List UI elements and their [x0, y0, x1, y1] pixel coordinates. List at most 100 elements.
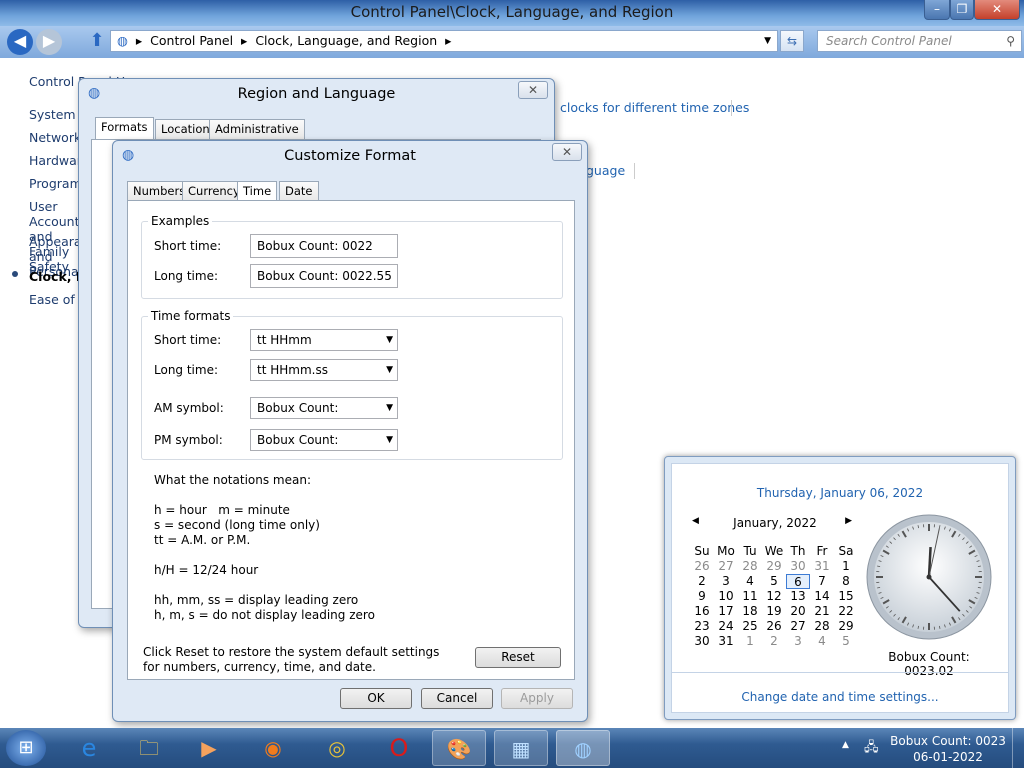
short-time-format-select[interactable]: tt HHmm ▼ — [250, 329, 398, 351]
short-time-example-label: Short time: — [154, 239, 222, 253]
calendar-day[interactable]: 31 — [714, 634, 738, 649]
calendar-day[interactable]: 3 — [786, 634, 810, 649]
calendar-day[interactable]: 14 — [810, 589, 834, 604]
calendar-day[interactable]: 18 — [738, 604, 762, 619]
calendar-day[interactable]: 28 — [738, 559, 762, 574]
window-titlebar: Control Panel\Clock, Language, and Regio… — [0, 0, 1024, 26]
calendar-day[interactable]: 7 — [810, 574, 834, 589]
search-icon: ⚲ — [1006, 34, 1015, 48]
clock-caption: Bobux Count: 0023.02 — [888, 650, 970, 678]
link-language[interactable]: guage — [586, 163, 625, 178]
customize-dialog-title: Customize Format — [284, 148, 416, 164]
opera-icon[interactable]: O — [372, 730, 426, 766]
calendar-day[interactable]: 12 — [762, 589, 786, 604]
calendar-day[interactable]: 22 — [834, 604, 858, 619]
network-icon[interactable]: 🖧 — [864, 738, 879, 760]
paint-icon[interactable]: 🎨 — [432, 730, 486, 766]
examples-group: Examples Short time: Bobux Count: 0022 L… — [141, 214, 563, 299]
calendar-day[interactable]: 29 — [762, 559, 786, 574]
change-date-time-settings-link[interactable]: Change date and time settings... — [672, 690, 1008, 704]
chevron-right-icon: ▸ — [135, 33, 143, 48]
forward-button[interactable]: ▶ — [36, 29, 62, 55]
search-input[interactable]: Search Control Panel ⚲ — [817, 30, 1022, 52]
close-window-button[interactable]: ✕ — [974, 0, 1020, 20]
window-title: Control Panel\Clock, Language, and Regio… — [350, 3, 674, 21]
calendar-day[interactable]: 5 — [762, 574, 786, 589]
calendar-day[interactable]: 29 — [834, 619, 858, 634]
pm-symbol-select[interactable]: Bobux Count: ▼ — [250, 429, 398, 451]
calendar-day[interactable]: 24 — [714, 619, 738, 634]
calendar-day[interactable]: 4 — [810, 634, 834, 649]
long-time-format-select[interactable]: tt HHmm.ss ▼ — [250, 359, 398, 381]
breadcrumb-control-panel[interactable]: Control Panel — [150, 33, 233, 48]
calendar-day[interactable]: 17 — [714, 604, 738, 619]
cancel-button[interactable]: Cancel — [421, 688, 493, 709]
month-label[interactable]: January, 2022 — [690, 516, 860, 530]
calendar-day[interactable]: 28 — [810, 619, 834, 634]
internet-explorer-icon[interactable]: e — [62, 730, 116, 766]
address-dropdown-icon[interactable]: ▼ — [764, 31, 771, 51]
show-hidden-icons-icon[interactable]: ▲ — [842, 740, 849, 750]
reset-button[interactable]: Reset — [475, 647, 561, 668]
calendar-day[interactable]: 6 — [786, 574, 810, 589]
calendar-day[interactable]: 1 — [834, 559, 858, 574]
calendar-day[interactable]: 8 — [834, 574, 858, 589]
region-dialog-close-button[interactable]: ✕ — [518, 81, 548, 99]
calendar-day[interactable]: 27 — [786, 619, 810, 634]
show-desktop-button[interactable] — [1012, 728, 1024, 768]
tab-location[interactable]: Location — [155, 119, 216, 139]
chrome-icon[interactable]: ◎ — [310, 730, 364, 766]
address-bar[interactable]: ◍ ▸ Control Panel ▸ Clock, Language, and… — [110, 30, 778, 52]
calendar-day[interactable]: 26 — [690, 559, 714, 574]
long-date-heading[interactable]: Thursday, January 06, 2022 — [672, 486, 1008, 500]
am-symbol-select[interactable]: Bobux Count: ▼ — [250, 397, 398, 419]
maximize-button[interactable]: ❐ — [950, 0, 974, 20]
calendar-day[interactable]: 20 — [786, 604, 810, 619]
calendar-day[interactable]: 23 — [690, 619, 714, 634]
calendar-day[interactable]: 13 — [786, 589, 810, 604]
calendar-day[interactable]: 2 — [690, 574, 714, 589]
calendar-day[interactable]: 16 — [690, 604, 714, 619]
minimize-button[interactable]: – — [924, 0, 950, 20]
calendar-day[interactable]: 30 — [786, 559, 810, 574]
next-month-icon[interactable]: ▶ — [845, 516, 852, 526]
notation-line-6: h, m, s = do not display leading zero — [154, 608, 375, 622]
calendar-day[interactable]: 11 — [738, 589, 762, 604]
link-time-zones[interactable]: clocks for different time zones — [560, 100, 749, 115]
customize-dialog-close-button[interactable]: ✕ — [552, 143, 582, 161]
control-panel-taskbar-icon[interactable]: ▦ — [494, 730, 548, 766]
notation-line-1: h = hour m = minute — [154, 503, 290, 517]
calendar-day[interactable]: 31 — [810, 559, 834, 574]
calendar-day[interactable]: 26 — [762, 619, 786, 634]
calendar-day[interactable]: 4 — [738, 574, 762, 589]
apply-button[interactable]: Apply — [501, 688, 573, 709]
tab-date[interactable]: Date — [279, 181, 319, 201]
back-button[interactable]: ◀ — [7, 29, 33, 55]
ok-button[interactable]: OK — [340, 688, 412, 709]
breadcrumb-clock-language-region[interactable]: Clock, Language, and Region — [255, 33, 437, 48]
calendar-day[interactable]: 10 — [714, 589, 738, 604]
calendar-day[interactable]: 9 — [690, 589, 714, 604]
calendar-day[interactable]: 5 — [834, 634, 858, 649]
calendar-day[interactable]: 30 — [690, 634, 714, 649]
start-button[interactable]: ⊞ — [6, 730, 46, 766]
tab-formats[interactable]: Formats — [95, 117, 154, 140]
am-symbol-label: AM symbol: — [154, 401, 224, 415]
calendar-day[interactable]: 15 — [834, 589, 858, 604]
calendar-day[interactable]: 1 — [738, 634, 762, 649]
calendar-day[interactable]: 2 — [762, 634, 786, 649]
file-explorer-icon[interactable]: 🗀 — [122, 730, 176, 766]
refresh-button[interactable]: ⇆ — [780, 30, 804, 52]
calendar-day[interactable]: 3 — [714, 574, 738, 589]
taskbar-clock[interactable]: Bobux Count: 0023 06-01-2022 — [888, 733, 1008, 765]
up-arrow-icon[interactable]: ⬆ — [84, 29, 110, 55]
calendar-day[interactable]: 25 — [738, 619, 762, 634]
calendar-day[interactable]: 19 — [762, 604, 786, 619]
region-settings-taskbar-icon[interactable]: ◍ — [556, 730, 610, 766]
calendar-day[interactable]: 27 — [714, 559, 738, 574]
media-player-icon[interactable]: ▶ — [182, 730, 236, 766]
firefox-icon[interactable]: ◉ — [246, 730, 300, 766]
calendar-day[interactable]: 21 — [810, 604, 834, 619]
tab-administrative[interactable]: Administrative — [209, 119, 305, 139]
weekday-header: Fr — [816, 544, 828, 558]
